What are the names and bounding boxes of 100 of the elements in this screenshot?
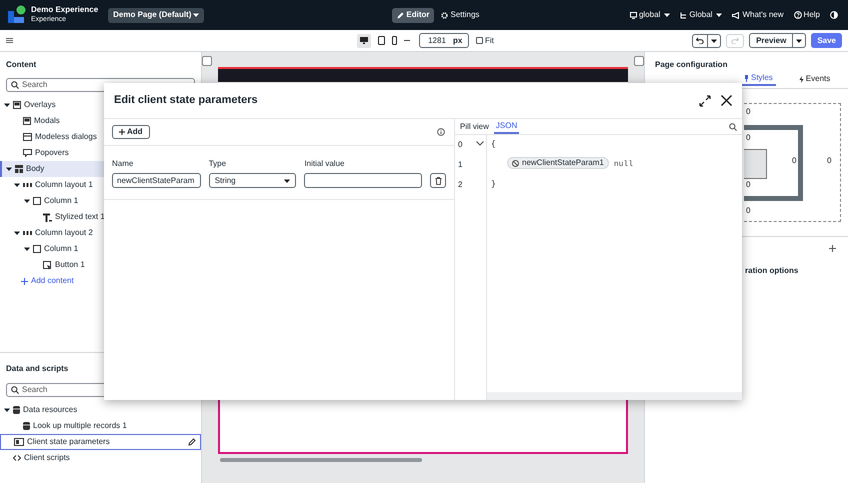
search-icon [729, 123, 737, 131]
help-icon [794, 11, 802, 19]
plus-icon [21, 278, 28, 284]
tree-item[interactable]: Client scripts [0, 450, 201, 466]
caret-down-icon [711, 38, 718, 44]
panel-tab[interactable]: Events [796, 72, 834, 86]
app-logo-icon [6, 5, 26, 25]
brace: } [491, 179, 496, 191]
section-title: ration options [745, 265, 798, 277]
megaphone-icon [732, 12, 740, 18]
square-icon [33, 197, 41, 205]
search-icon [11, 81, 19, 89]
parameter-pill[interactable]: newClientStateParam1 [507, 157, 609, 169]
tree-item[interactable]: Look up multiple records 1 [0, 418, 201, 434]
box-value: 0 [792, 155, 796, 167]
mode-tab[interactable]: Editor [392, 8, 434, 22]
search-icon [11, 386, 19, 394]
unit-label: px [453, 34, 462, 46]
hierarchy-icon [680, 12, 688, 18]
phone-view-button[interactable] [392, 36, 397, 45]
collapse-panel-button[interactable] [634, 56, 644, 66]
save-button[interactable]: Save [811, 33, 842, 48]
initial-value-field[interactable] [304, 173, 422, 188]
tree-item[interactable]: Button 1 [0, 257, 201, 273]
field-label: Type [208, 158, 228, 170]
delete-button[interactable] [430, 173, 446, 188]
id-card-icon [14, 438, 24, 446]
tree-item[interactable]: Column 1 [0, 241, 201, 257]
redo-icon [731, 37, 740, 44]
tree-item[interactable]: Stylized text 1 [0, 209, 201, 225]
brush-icon [744, 74, 749, 82]
view-tab[interactable]: JSON [494, 120, 520, 134]
database-icon [13, 406, 20, 414]
help-button[interactable]: Help [794, 9, 820, 21]
theme-toggle[interactable] [830, 11, 838, 19]
caret-down-icon [796, 38, 802, 44]
tree-item[interactable]: Popovers [0, 145, 201, 161]
caret-down-icon [716, 12, 722, 18]
scope-selector[interactable]: global [630, 9, 670, 21]
add-content-link[interactable]: Add content [0, 273, 201, 289]
search-button[interactable] [729, 123, 737, 131]
square-icon [33, 245, 41, 253]
close-button[interactable] [721, 95, 732, 106]
menu-button[interactable] [6, 38, 13, 43]
code-icon [13, 455, 21, 461]
panel-title: Content [5, 59, 38, 71]
plus-icon [829, 245, 836, 252]
view-tab[interactable]: Pill view [458, 120, 491, 134]
tablet-icon [378, 36, 385, 45]
value-text: null [614, 159, 634, 171]
close-icon [721, 95, 732, 106]
add-button[interactable]: Add [112, 125, 150, 139]
columns-icon [23, 230, 32, 236]
box-value: 0 [746, 106, 750, 118]
panel-title: Page configuration [655, 59, 728, 71]
application-selector[interactable]: Global [680, 9, 722, 21]
add-button[interactable] [829, 245, 836, 252]
whats-new-button[interactable]: What's new [732, 9, 784, 21]
dialog-title: Edit client state parameters [114, 93, 259, 108]
dash-icon [404, 40, 410, 42]
tree-item[interactable]: Column layout 2 [0, 225, 201, 241]
caret-down-icon [664, 12, 670, 18]
line-number: 2 [458, 179, 464, 191]
trash-icon [434, 176, 442, 184]
expand-icon [699, 94, 711, 106]
name-field[interactable]: newClientStateParam [112, 173, 201, 188]
menu-icon [6, 38, 13, 43]
app-title: Demo Experience [31, 5, 98, 15]
cursor-icon [43, 260, 52, 270]
expand-button[interactable] [699, 94, 711, 106]
type-dropdown[interactable]: String [208, 173, 296, 188]
fit-checkbox[interactable]: Fit [476, 34, 494, 46]
pencil-icon [397, 12, 404, 18]
caret-down-icon [193, 12, 200, 18]
box-value: 0 [746, 205, 750, 217]
pencil-icon [188, 438, 196, 446]
page-selector[interactable]: Demo Page (Default) [108, 8, 204, 22]
panel-title: Data and scripts [5, 363, 70, 375]
width-field[interactable]: 1281 px [419, 33, 469, 48]
blocked-icon [512, 160, 519, 166]
undo-button-group[interactable] [692, 34, 722, 48]
box-value: 0 [746, 179, 750, 191]
undo-icon [696, 37, 704, 44]
tablet-view-button[interactable] [378, 36, 385, 45]
mode-tab[interactable]: Settings [436, 8, 484, 22]
tree-item[interactable]: Data resources [0, 402, 201, 418]
tree-item[interactable]: Column 1 [0, 193, 201, 209]
desktop-view-button[interactable] [357, 34, 371, 48]
monitor-icon [630, 12, 637, 18]
tree-item[interactable]: Client state parameters [0, 434, 201, 450]
layout-icon [15, 165, 23, 173]
plus-icon [119, 129, 125, 135]
columns-icon [23, 182, 32, 188]
box-value: 0 [827, 155, 832, 167]
field-label: Name [112, 158, 134, 170]
phone-icon [392, 36, 397, 45]
info-icon [437, 128, 445, 136]
bolt-icon [798, 76, 804, 82]
collapse-panel-button[interactable] [202, 56, 212, 66]
text-icon [43, 212, 52, 222]
